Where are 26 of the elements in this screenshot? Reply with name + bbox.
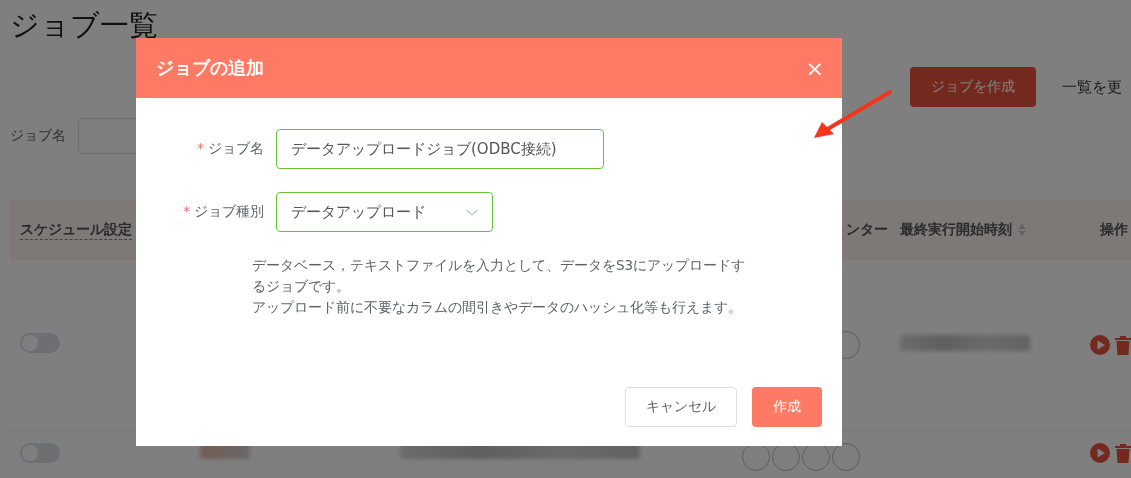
- refresh-link[interactable]: 一覧を更: [1062, 77, 1122, 97]
- required-asterisk: *: [183, 203, 190, 219]
- required-asterisk: *: [197, 140, 204, 156]
- field-label: ジョブ名: [208, 140, 264, 156]
- sort-icon[interactable]: [1018, 224, 1026, 236]
- page-title: ジョブ一覧: [10, 7, 159, 44]
- trash-icon[interactable]: [1114, 335, 1131, 355]
- chevron-down-icon: [466, 208, 478, 216]
- trash-icon[interactable]: [1114, 443, 1131, 463]
- create-job-button[interactable]: ジョブを作成: [910, 67, 1036, 107]
- job-name-field[interactable]: データアップロードジョブ(ODBC接続): [276, 129, 604, 169]
- dialog-title: ジョブの追加: [156, 56, 264, 80]
- column-header: 操作: [1100, 221, 1128, 239]
- cancel-button[interactable]: キャンセル: [625, 387, 737, 427]
- column-header: スケジュール設定: [20, 220, 132, 240]
- filter-label: ジョブ名: [10, 127, 66, 145]
- play-icon[interactable]: [1090, 443, 1110, 463]
- field-label: ジョブ種別: [194, 203, 264, 219]
- play-icon[interactable]: [1090, 335, 1110, 355]
- create-button[interactable]: 作成: [752, 387, 822, 427]
- column-header: 最終実行開始時刻: [900, 221, 1012, 239]
- job-type-select[interactable]: データアップロード: [276, 192, 493, 232]
- close-button[interactable]: ×: [805, 55, 824, 81]
- job-type-description: アップロード前に不要なカラムの間引きやデータのハッシュ化等も行えます。: [252, 298, 743, 317]
- column-header: ンター: [846, 221, 888, 239]
- job-type-description: データベース，テキストファイルを入力として、データをS3にアップロードするジョブです。: [252, 256, 747, 296]
